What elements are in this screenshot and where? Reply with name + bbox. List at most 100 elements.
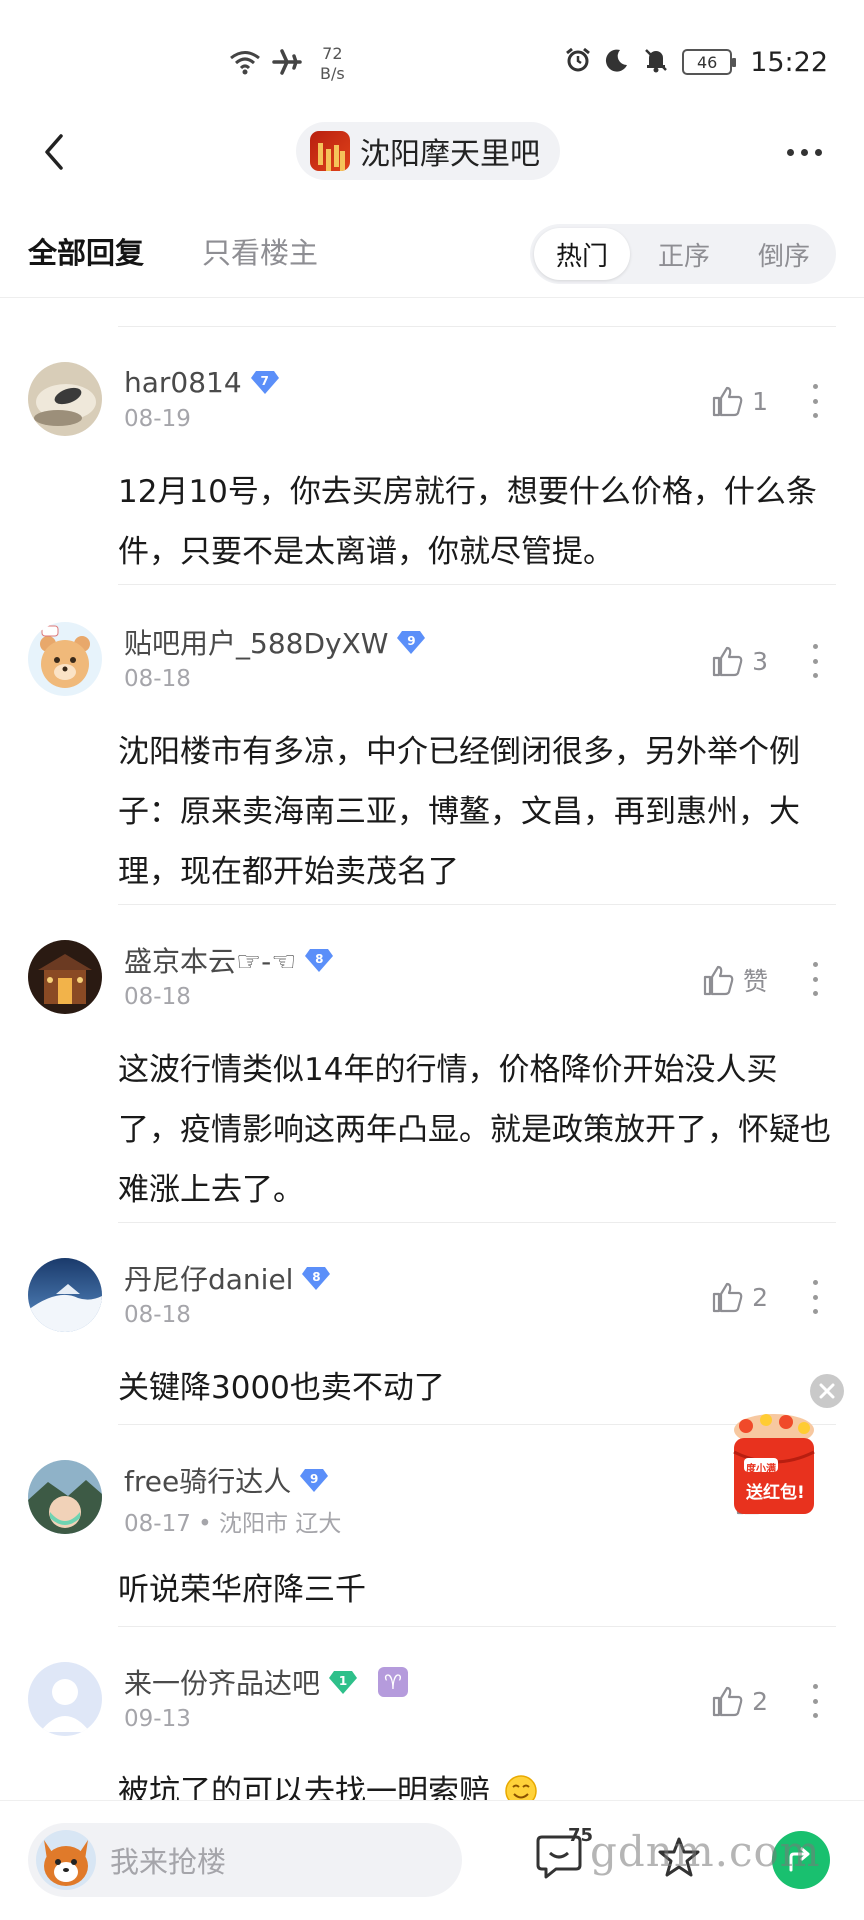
- close-icon: [819, 1383, 835, 1399]
- post-more-button[interactable]: [810, 1684, 820, 1718]
- more-button[interactable]: [774, 132, 834, 172]
- divider: [118, 584, 836, 585]
- like-button[interactable]: 2: [710, 1280, 768, 1314]
- more-dot: [812, 1309, 818, 1314]
- tab-all-replies[interactable]: 全部回复: [28, 230, 144, 272]
- reply-placeholder: 我来抢楼: [110, 1845, 227, 1879]
- more-dot: [812, 976, 818, 982]
- sort-ascending[interactable]: 正序: [636, 228, 732, 280]
- reply-text: 被坑了的可以去找一明索赔: [118, 1774, 490, 1800]
- close-ad-button[interactable]: [810, 1374, 844, 1408]
- more-dot: [812, 413, 818, 418]
- ad-brand: 度小满: [746, 1464, 776, 1475]
- like-button[interactable]: 1: [710, 384, 768, 418]
- reply-input[interactable]: 我来抢楼: [28, 1823, 462, 1897]
- level-badge: 9: [299, 1467, 329, 1493]
- forum-pill[interactable]: 沈阳摩天里吧: [296, 122, 560, 180]
- sort-descending[interactable]: 倒序: [736, 228, 832, 280]
- username[interactable]: 贴吧用户_588DyXW: [124, 622, 388, 662]
- back-arrow-icon: [45, 134, 63, 170]
- more-dot: [800, 148, 808, 156]
- level-badge: 1: [328, 1669, 358, 1695]
- post-more-button[interactable]: [810, 384, 820, 418]
- title-bar: 沈阳摩天里吧: [0, 110, 864, 210]
- reply-content: 听说荣华府降三千: [118, 1572, 366, 1608]
- username[interactable]: 丹尼仔daniel: [124, 1258, 293, 1298]
- back-button[interactable]: [28, 126, 80, 178]
- post-more-button[interactable]: [810, 1280, 820, 1314]
- alarm-icon: [564, 46, 592, 78]
- more-dot: [786, 148, 794, 156]
- status-bar: 72 B/s 46 15:22: [0, 0, 864, 110]
- moon-icon: [604, 47, 630, 77]
- more-dot: [812, 398, 818, 404]
- more-dot: [812, 991, 818, 996]
- reply-content: 沈阳楼市有多凉，中介已经倒闭很多，另外举个例子：原来卖海南三亚，博鳌，文昌，再到…: [118, 734, 800, 890]
- smile-emoji-icon: [505, 1775, 537, 1800]
- ad-label: 送红包!: [746, 1483, 805, 1503]
- like-button[interactable]: 赞: [701, 962, 768, 998]
- my-avatar: [36, 1830, 96, 1890]
- username[interactable]: har0814: [124, 366, 242, 399]
- post-more-button[interactable]: [810, 962, 820, 996]
- reply-content: 这波行情类似14年的行情，价格降价开始没人买了，疫情影响这两年凸显。就是政策放开…: [118, 1052, 831, 1208]
- divider: [118, 326, 836, 327]
- clock: 15:22: [750, 46, 828, 78]
- more-dot: [812, 1698, 818, 1704]
- avatar[interactable]: [28, 1662, 102, 1736]
- username[interactable]: 盛京本云☞-☜: [124, 940, 296, 980]
- forum-name: 沈阳摩天里吧: [360, 137, 540, 172]
- tab-owner-only[interactable]: 只看楼主: [202, 230, 318, 272]
- post-date: 09-13: [124, 1706, 191, 1732]
- post-meta: 08-17 • 沈阳市 辽大: [124, 1511, 342, 1537]
- battery-indicator: 46: [682, 49, 737, 75]
- level-number: 7: [260, 373, 269, 388]
- thumbs-up-icon: [712, 386, 743, 417]
- level-number: 9: [310, 1471, 319, 1486]
- bottom-bar: 我来抢楼 75 gdnm.com: [0, 1800, 864, 1920]
- post-date: 08-18: [124, 984, 191, 1010]
- more-dot: [812, 1684, 818, 1689]
- more-dot: [814, 148, 822, 156]
- more-dot: [812, 1280, 818, 1285]
- post-date: 08-18: [124, 1302, 191, 1328]
- reply-content: 被坑了的可以去找一明索赔: [118, 1762, 834, 1800]
- reply-list[interactable]: har0814 7 08-19 1 12月10号，你去买房就行，想要什么价格，什…: [0, 298, 864, 1800]
- more-dot: [812, 962, 818, 967]
- red-packet-ad[interactable]: 度小满 送红包!: [726, 1412, 822, 1518]
- username[interactable]: 来一份齐品达吧: [124, 1662, 320, 1702]
- post-date: 08-18: [124, 666, 191, 692]
- wifi-icon: [228, 49, 262, 79]
- post-more-button[interactable]: [810, 644, 820, 678]
- battery-level: 46: [697, 52, 718, 72]
- divider: [118, 1222, 836, 1223]
- reply-filter-tabs: 全部回复 只看楼主 热门 正序 倒序: [0, 210, 864, 298]
- level-number: 8: [312, 1269, 321, 1284]
- avatar[interactable]: [28, 940, 102, 1014]
- mute-bell-icon: [642, 46, 670, 78]
- post-date: 08-19: [124, 406, 191, 432]
- like-button[interactable]: 2: [710, 1684, 768, 1718]
- watermark: gdnm.com: [590, 1827, 821, 1876]
- sort-hot[interactable]: 热门: [534, 228, 630, 280]
- level-badge: 8: [304, 947, 334, 973]
- network-speed: 72 B/s: [320, 44, 345, 84]
- divider: [118, 904, 836, 905]
- avatar[interactable]: [28, 622, 102, 696]
- speed-unit: B/s: [320, 64, 345, 83]
- sort-segmented-control: 热门 正序 倒序: [530, 224, 836, 284]
- reply-content: 12月10号，你去买房就行，想要什么价格，什么条件，只要不是太离谱，你就尽管提。: [118, 474, 817, 570]
- level-number: 9: [407, 633, 416, 648]
- username[interactable]: free骑行达人: [124, 1460, 291, 1500]
- thumbs-up-icon: [703, 965, 734, 996]
- thumbs-up-icon: [712, 1282, 743, 1313]
- divider: [118, 1626, 836, 1627]
- level-number: 8: [315, 951, 324, 966]
- speed-value: 72: [322, 44, 343, 63]
- level-badge: 7: [250, 369, 280, 395]
- avatar[interactable]: [28, 362, 102, 436]
- like-count: 3: [752, 646, 768, 676]
- avatar[interactable]: [28, 1460, 102, 1534]
- avatar[interactable]: [28, 1258, 102, 1332]
- like-button[interactable]: 3: [710, 644, 768, 678]
